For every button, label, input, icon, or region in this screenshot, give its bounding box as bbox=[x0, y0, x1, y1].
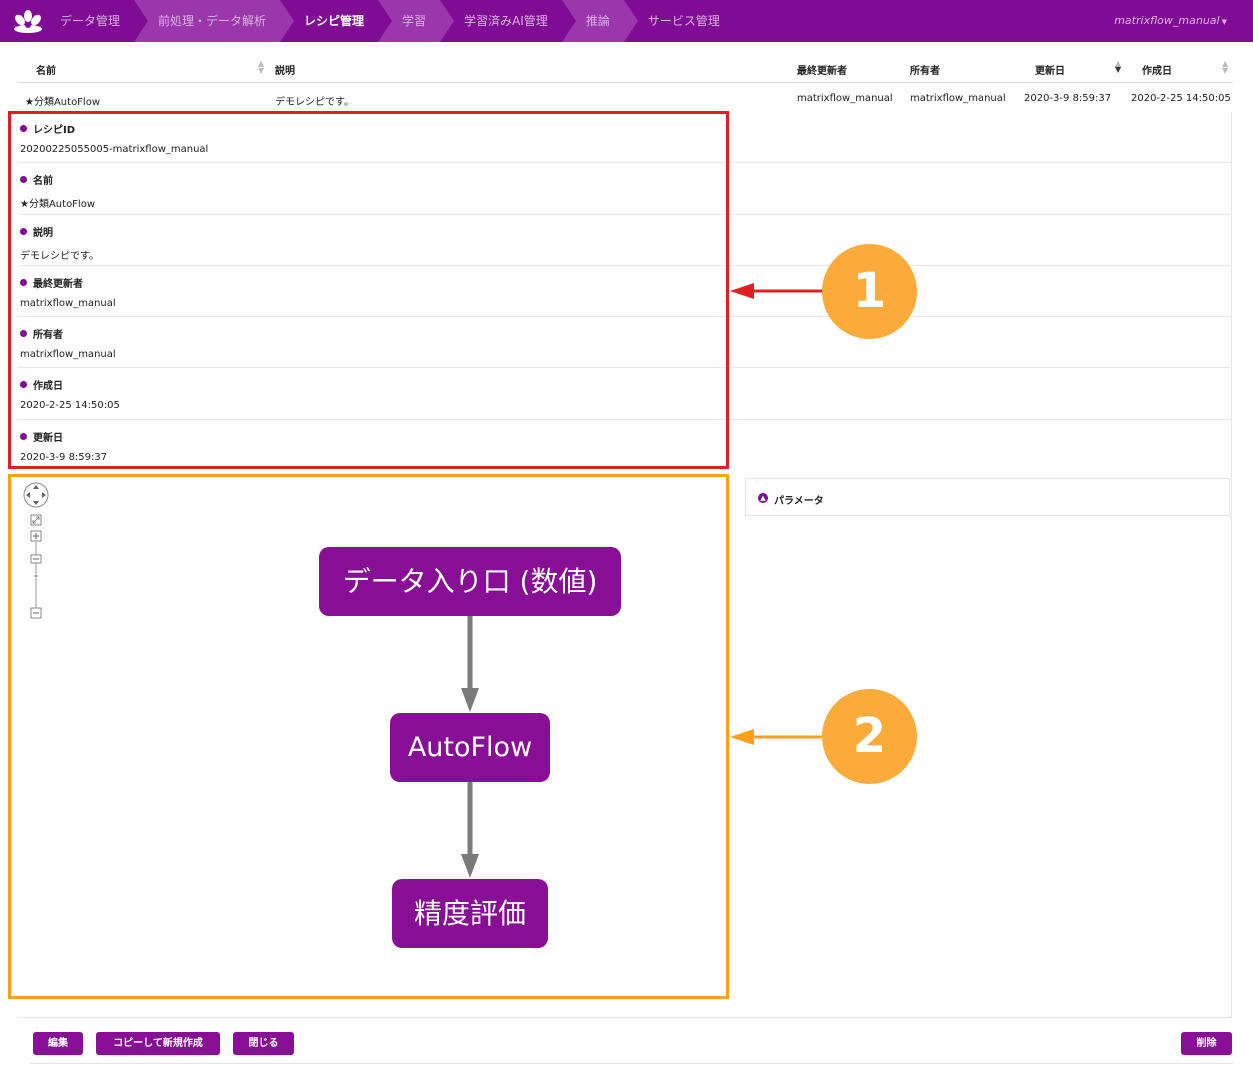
cell-created: 2020-2-25 14:50:05 bbox=[1131, 93, 1231, 104]
header-updater[interactable]: 最終更新者 bbox=[797, 62, 847, 77]
copy-new-button[interactable]: コピーして新規作成 bbox=[96, 1032, 220, 1055]
cell-name: ★分類AutoFlow bbox=[25, 97, 101, 108]
footer-divider bbox=[30, 1063, 1233, 1064]
top-navigation-bar: データ管理 前処理・データ解析 レシピ管理 学習 学習済みAI管理 推論 サービ… bbox=[0, 0, 1253, 42]
delete-button[interactable]: 削除 bbox=[1181, 1032, 1232, 1055]
annotation-box-2 bbox=[8, 474, 729, 999]
cell-updater: matrixflow_manual bbox=[797, 93, 893, 104]
menu-preprocessing[interactable]: 前処理・データ解析 bbox=[134, 0, 295, 42]
caret-down-icon: ▼ bbox=[1221, 18, 1227, 26]
cell-owner: matrixflow_manual bbox=[910, 93, 1006, 104]
annotation-callout-1: 1 bbox=[822, 244, 917, 339]
annotation-callout-2: 2 bbox=[822, 689, 917, 784]
sort-desc-icon[interactable]: ▲ ▼ bbox=[1115, 60, 1121, 74]
parameter-panel-title: パラメータ bbox=[774, 496, 824, 507]
annotation-box-1 bbox=[8, 111, 729, 469]
chevron-up-icon[interactable]: ▲ bbox=[758, 493, 768, 503]
user-name: matrixflow_manual bbox=[1114, 14, 1220, 27]
menu-service-management[interactable]: サービス管理 bbox=[623, 0, 748, 42]
close-button[interactable]: 閉じる bbox=[233, 1032, 294, 1055]
sort-icon[interactable]: ▲ ▼ bbox=[1222, 60, 1228, 75]
cell-updated: 2020-3-9 8:59:37 bbox=[1024, 93, 1112, 104]
header-name[interactable]: 名前 bbox=[36, 62, 56, 77]
header-description[interactable]: 説明 bbox=[275, 62, 295, 77]
header-owner[interactable]: 所有者 bbox=[910, 62, 940, 77]
matrixflow-logo-icon[interactable] bbox=[12, 8, 44, 34]
sort-icon[interactable]: ▲ ▼ bbox=[258, 60, 264, 75]
menu-trained-ai[interactable]: 学習済みAI管理 bbox=[440, 0, 576, 42]
table-row[interactable]: ★分類AutoFlow デモレシピです。 matrixflow_manual m… bbox=[18, 84, 1233, 114]
edit-button[interactable]: 編集 bbox=[33, 1032, 83, 1055]
header-updated[interactable]: 更新日 bbox=[1035, 62, 1065, 77]
recipe-table-header: 名前 ▲ ▼ 説明 最終更新者 所有者 更新日 ▲ ▼ 作成日 ▲ ▼ bbox=[18, 56, 1233, 83]
menu-recipe-management[interactable]: レシピ管理 bbox=[280, 0, 393, 42]
parameter-panel[interactable]: ▲ パラメータ bbox=[745, 478, 1230, 516]
menu-data-management[interactable]: データ管理 bbox=[44, 0, 149, 42]
header-created[interactable]: 作成日 bbox=[1142, 62, 1172, 77]
cell-description: デモレシピです。 bbox=[275, 97, 354, 108]
main-menu-breadcrumb: データ管理 前処理・データ解析 レシピ管理 学習 学習済みAI管理 推論 サービ… bbox=[44, 0, 748, 42]
user-menu[interactable]: matrixflow_manual ▼ bbox=[1114, 0, 1227, 42]
